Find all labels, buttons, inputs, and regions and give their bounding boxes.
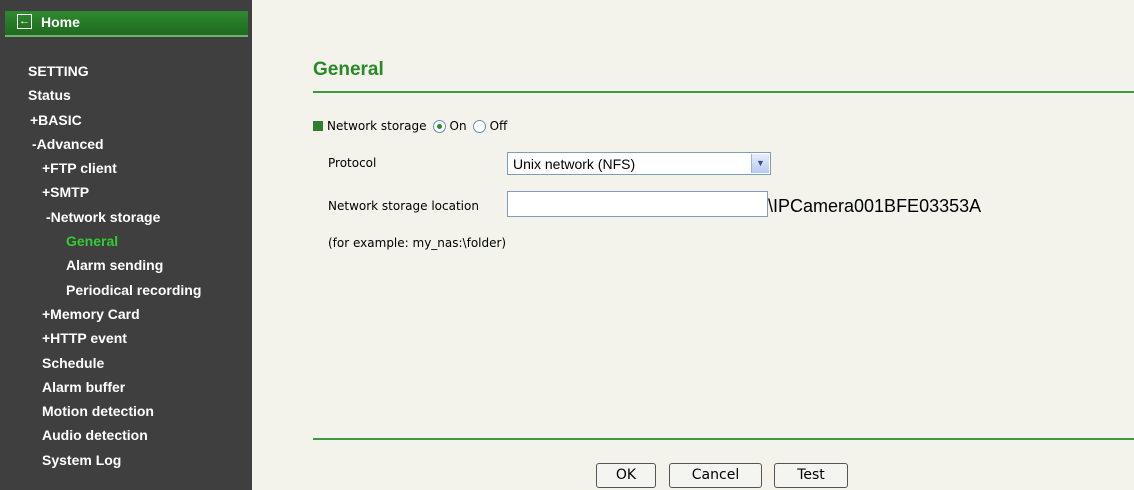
test-button[interactable]: Test [774, 463, 848, 488]
sidebar-item[interactable]: System Log [0, 448, 252, 472]
sidebar-item[interactable]: Motion detection [0, 399, 252, 423]
sidebar-nav: SETTING Status +BASIC -Advanced +FTP client +… [0, 59, 252, 472]
home-label: Home [41, 14, 80, 30]
chevron-down-icon[interactable]: ▼ [751, 154, 769, 173]
protocol-label: Protocol [328, 156, 377, 170]
protocol-select[interactable]: Unix network (NFS) ▼ [507, 152, 771, 175]
back-arrow-icon: ← [17, 14, 32, 29]
sidebar-item[interactable]: SETTING [0, 59, 252, 83]
divider-top [313, 91, 1134, 93]
sidebar-item[interactable]: +HTTP event [0, 326, 252, 350]
sidebar-item[interactable]: Schedule [0, 351, 252, 375]
sidebar-item[interactable]: Alarm buffer [0, 375, 252, 399]
network-storage-label: Network storage [327, 119, 427, 133]
sidebar-item[interactable]: Status [0, 83, 252, 107]
camera-path-suffix: \IPCamera001BFE03353A [768, 196, 982, 216]
bullet-square-icon [313, 121, 323, 131]
content-panel: General Network storage On Off Protocol … [252, 0, 1134, 490]
sidebar-item[interactable]: +FTP client [0, 156, 252, 180]
home-link[interactable]: ← Home [5, 11, 248, 37]
radio-on[interactable] [432, 119, 446, 133]
sidebar-item[interactable]: +Memory Card [0, 302, 252, 326]
sidebar-item[interactable]: +SMTP [0, 180, 252, 204]
network-storage-row: Network storage On Off [313, 119, 507, 133]
protocol-select-value: Unix network (NFS) [513, 156, 636, 172]
radio-off-label: Off [489, 119, 508, 133]
sidebar-item[interactable]: General [0, 229, 252, 253]
example-hint: (for example: my_nas:\folder) [328, 236, 507, 250]
ok-button[interactable]: OK [596, 463, 656, 488]
sidebar-item[interactable]: Alarm sending [0, 253, 252, 277]
divider-bottom [313, 438, 1134, 440]
sidebar-item[interactable]: Periodical recording [0, 278, 252, 302]
sidebar-item[interactable]: -Advanced [0, 132, 252, 156]
page-title: General [313, 59, 384, 80]
sidebar-item[interactable]: Audio detection [0, 423, 252, 447]
sidebar-item[interactable]: -Network storage [0, 205, 252, 229]
radio-off[interactable] [472, 119, 486, 133]
sidebar-item[interactable]: +BASIC [0, 108, 252, 132]
location-input[interactable] [507, 191, 768, 217]
radio-on-label: On [449, 119, 467, 133]
sidebar: ← Home SETTING Status +BASIC -Advanced +FTP … [0, 0, 252, 490]
location-label: Network storage location [328, 199, 479, 213]
cancel-button[interactable]: Cancel [669, 463, 762, 488]
